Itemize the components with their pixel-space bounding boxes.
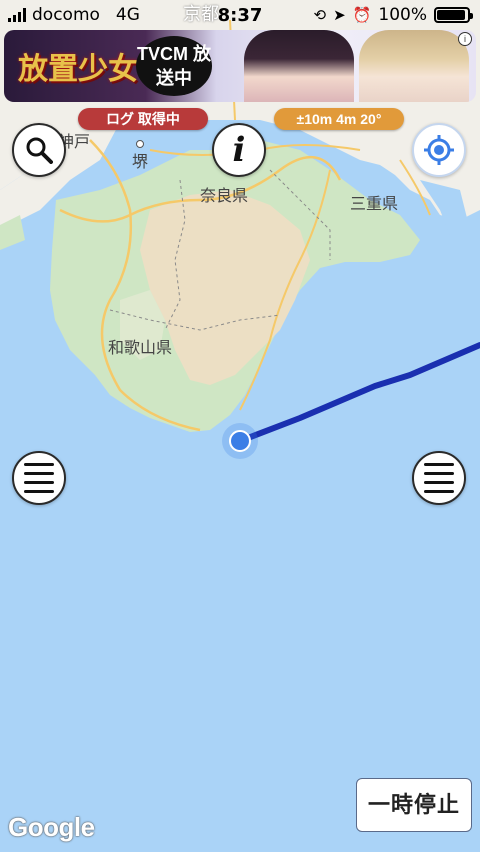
info-icon: i	[232, 130, 246, 170]
status-bar: docomo 4G 8:37 ⟲ ➤ ⏰ 100%	[0, 0, 480, 32]
ad-logo: 放置少女	[18, 52, 138, 87]
hamburger-icon	[24, 463, 54, 493]
ad-character-1	[244, 30, 354, 102]
info-button[interactable]: i	[212, 123, 266, 177]
right-menu-button[interactable]	[412, 451, 466, 505]
accuracy-badge: ±10m 4m 20°	[274, 108, 404, 130]
battery-percent: 100%	[378, 5, 427, 25]
location-arrow-icon: ➤	[333, 6, 346, 24]
hamburger-icon	[424, 463, 454, 493]
search-button[interactable]	[12, 123, 66, 177]
crosshair-icon	[424, 135, 454, 165]
ad-cm-bubble: TVCM 放送中	[136, 36, 212, 96]
map-label-sakai-text: 堺	[132, 154, 149, 171]
ad-bubble-text: TVCM 放送中	[137, 44, 211, 88]
alarm-icon: ⏰	[352, 6, 372, 24]
map-label-wakayama: 和歌山県	[108, 340, 173, 357]
ad-info-icon[interactable]: i	[458, 32, 472, 46]
battery-icon	[434, 7, 473, 23]
current-location-marker	[222, 423, 258, 459]
ad-character-2	[359, 30, 469, 102]
map-label-mie: 三重県	[350, 196, 399, 213]
pause-button[interactable]: 一時停止	[356, 778, 472, 832]
left-menu-button[interactable]	[12, 451, 66, 505]
ad-banner[interactable]: 放置少女 TVCM 放送中 i	[4, 30, 476, 102]
city-dot-icon	[136, 140, 144, 148]
location-dot-icon	[229, 430, 251, 452]
map-label-sakai: 堺	[132, 140, 148, 172]
status-right: ⟲ ➤ ⏰ 100%	[313, 5, 473, 25]
log-status-badge: ログ 取得中	[78, 108, 208, 130]
map-label-nara: 奈良県	[200, 188, 249, 205]
google-logo: Google	[8, 812, 95, 842]
rotation-lock-icon: ⟲	[313, 6, 327, 24]
search-icon	[26, 137, 53, 164]
my-location-button[interactable]	[412, 123, 466, 177]
